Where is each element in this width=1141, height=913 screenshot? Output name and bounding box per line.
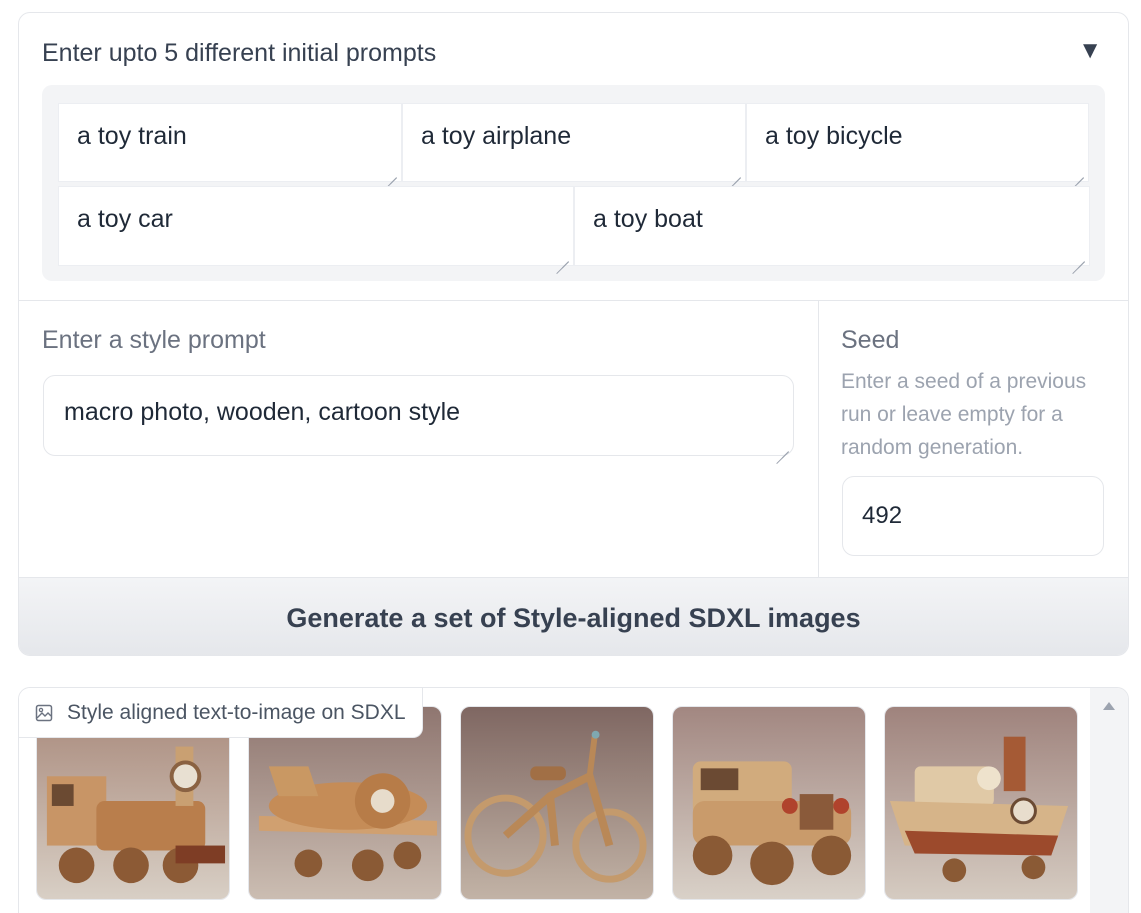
prompt-text: a toy airplane (421, 122, 572, 150)
prompt-text: a toy boat (593, 205, 703, 233)
prompt-text: a toy train (77, 122, 187, 150)
seed-label: Seed (841, 326, 900, 354)
style-prompt-input[interactable]: macro photo, wooden, cartoon style (43, 375, 794, 456)
prompt-input-2[interactable]: a toy airplane (402, 103, 746, 182)
prompt-text: a toy bicycle (765, 122, 903, 150)
toy-bicycle-image[interactable] (460, 706, 654, 900)
style-prompt-label: Enter a style prompt (42, 326, 266, 354)
toy-boat-image[interactable] (884, 706, 1078, 900)
column-divider (818, 301, 819, 577)
resize-handle-icon[interactable] (775, 438, 789, 452)
collapse-triangle-icon[interactable]: ▼ (1078, 37, 1102, 65)
gallery-label: Style aligned text-to-image on SDXL (19, 688, 423, 738)
toy-car-image[interactable] (672, 706, 866, 900)
gallery-label-text: Style aligned text-to-image on SDXL (67, 700, 406, 724)
gallery-scrollbar[interactable] (1090, 688, 1128, 913)
image-icon (35, 704, 53, 721)
generation-form-card: Enter upto 5 different initial prompts ▼… (18, 12, 1129, 656)
prompts-accordion-title: Enter upto 5 different initial prompts (42, 39, 437, 67)
resize-handle-icon[interactable] (555, 248, 569, 262)
prompts-accordion-header[interactable]: Enter upto 5 different initial prompts ▼ (19, 13, 1128, 85)
prompt-input-3[interactable]: a toy bicycle (746, 103, 1089, 182)
resize-handle-icon[interactable] (1070, 164, 1084, 178)
scroll-up-arrow-icon[interactable] (1103, 702, 1115, 710)
prompt-text: a toy car (77, 205, 173, 233)
resize-handle-icon[interactable] (383, 164, 397, 178)
prompts-group: a toy train a toy airplane a toy bicycle… (42, 85, 1105, 281)
prompt-input-5[interactable]: a toy boat (574, 186, 1090, 266)
generate-button[interactable]: Generate a set of Style-aligned SDXL ima… (19, 577, 1128, 655)
seed-info-text: Enter a seed of a previous run or leave … (841, 370, 1087, 459)
prompt-input-4[interactable]: a toy car (58, 186, 574, 266)
seed-input[interactable]: 492 (842, 476, 1104, 556)
seed-value: 492 (862, 502, 903, 529)
section-divider (19, 300, 1128, 301)
style-prompt-text: macro photo, wooden, cartoon style (64, 398, 461, 426)
resize-handle-icon[interactable] (727, 164, 741, 178)
image-gallery: Style aligned text-to-image on SDXL (18, 687, 1129, 913)
resize-handle-icon[interactable] (1071, 248, 1085, 262)
prompt-input-1[interactable]: a toy train (58, 103, 402, 182)
